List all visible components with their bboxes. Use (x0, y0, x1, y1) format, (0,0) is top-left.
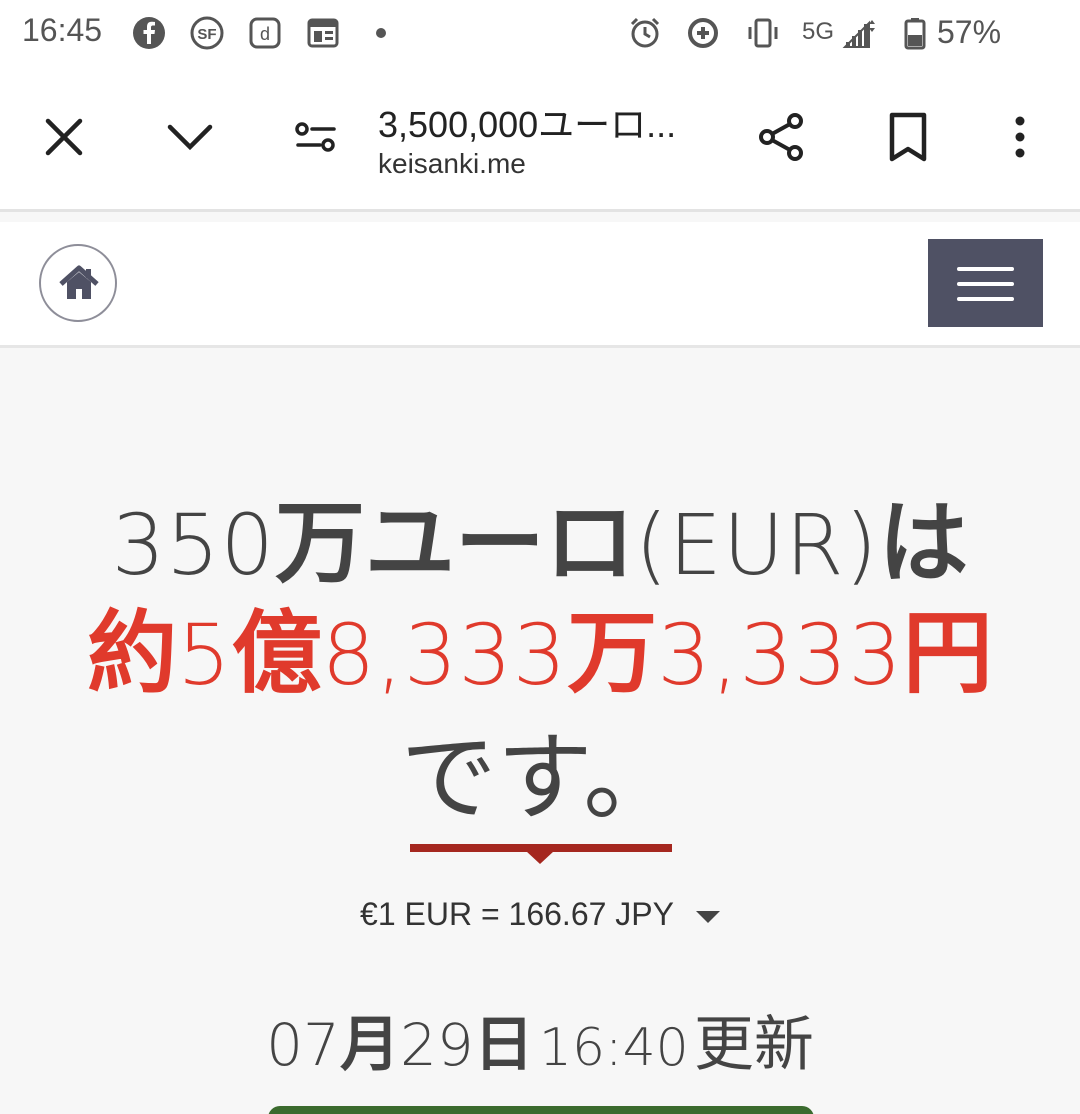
underline-notch (526, 851, 554, 864)
sf-app-icon: SF (190, 16, 224, 50)
result-line-1: 350万ユーロ(EUR)は (0, 470, 1080, 596)
hamburger-menu-icon (957, 267, 1014, 271)
facebook-icon (133, 17, 165, 49)
action-button[interactable] (268, 1106, 814, 1114)
result-line-2: 約5億8,333万3,333円 (0, 580, 1080, 706)
chevron-down-icon[interactable] (162, 109, 218, 165)
exchange-rate-text: €1 EUR = 166.67 JPY (360, 896, 674, 932)
more-vert-icon[interactable] (992, 109, 1048, 165)
bookmark-icon[interactable] (880, 109, 936, 165)
page-url[interactable]: keisanki.me (378, 148, 526, 180)
result-line-3: です。 (0, 700, 1080, 834)
update-label: 更新 (693, 1010, 814, 1080)
yen-oku-number: 5 (177, 606, 232, 704)
exchange-rate-dropdown[interactable]: €1 EUR = 166.67 JPY (0, 896, 1080, 933)
hamburger-line (957, 282, 1014, 286)
day-number: 29 (399, 1011, 474, 1079)
vibrate-icon (748, 18, 778, 48)
dot-icon (376, 28, 386, 38)
home-button[interactable] (39, 244, 117, 322)
desu-text: です。 (400, 722, 680, 834)
news-icon (307, 18, 339, 48)
signal-icon (842, 20, 875, 48)
hamburger-menu-button[interactable] (928, 239, 1043, 327)
yen-oku-unit: 億 (231, 601, 322, 706)
yen-man-number: 8,333 (321, 606, 568, 704)
d-app-icon: d (249, 17, 281, 49)
updated-timestamp: 07月29日 16:40 更新 (0, 996, 1080, 1083)
share-icon[interactable] (754, 109, 810, 165)
update-time: 16:40 (538, 1018, 689, 1078)
svg-text:SF: SF (197, 26, 216, 43)
month-kanji: 月 (339, 1010, 400, 1080)
status-time: 16:45 (22, 12, 103, 48)
site-header (0, 222, 1080, 348)
caret-down-icon (695, 910, 720, 923)
day-kanji: 日 (473, 1010, 534, 1080)
network-type: 5G (802, 18, 835, 45)
svg-text:d: d (260, 24, 270, 44)
alarm-icon (630, 17, 660, 48)
battery-level: 57% (937, 14, 1002, 50)
site-settings-icon[interactable] (288, 109, 344, 165)
battery-icon (904, 18, 926, 50)
yen-man-unit: 万 (567, 601, 658, 706)
yen-rest-number: 3,333 (657, 606, 903, 704)
browser-toolbar: 3,500,000ユーロ... keisanki.me (0, 72, 1080, 212)
yen-unit: 円 (902, 601, 993, 706)
hamburger-line (957, 297, 1014, 301)
data-saver-icon (688, 18, 718, 48)
month-number: 07 (266, 1011, 340, 1079)
close-icon[interactable] (36, 109, 92, 165)
page-title[interactable]: 3,500,000ユーロ... (378, 96, 723, 148)
approx-label: 約 (87, 601, 178, 706)
home-icon (59, 265, 99, 299)
status-bar: 16:45 SF d 5G 57% (0, 0, 1080, 72)
